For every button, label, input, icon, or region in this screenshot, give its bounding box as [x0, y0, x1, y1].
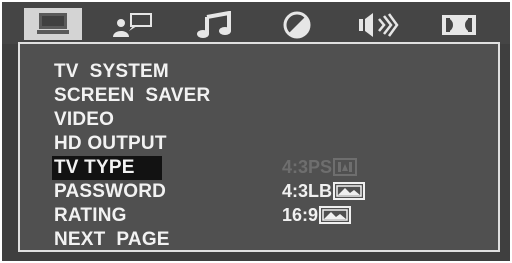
settings-menu: TV SYSTEM SCREEN SAVER VIDEO HD OUTPUT T… — [52, 60, 214, 252]
contrast-circle-icon — [283, 11, 311, 39]
menu-item-tv-type[interactable]: TV TYPE — [52, 156, 162, 180]
person-speech-icon — [113, 13, 152, 37]
dolby-icon — [442, 15, 476, 35]
letterbox-icon — [333, 182, 366, 200]
option-4-3-pan-scan[interactable]: 4:3PS — [282, 155, 365, 179]
menu-item-video[interactable]: VIDEO — [52, 108, 214, 132]
tab-general-setup[interactable] — [24, 8, 82, 40]
monitor-icon — [37, 13, 69, 34]
speaker-volume-icon — [359, 13, 399, 37]
menu-item-password[interactable]: PASSWORD — [52, 180, 214, 204]
tab-language-setup[interactable] — [104, 10, 162, 40]
tab-bar — [2, 2, 510, 44]
option-label: 16:9 — [282, 204, 319, 225]
menu-item-screen-saver[interactable]: SCREEN SAVER — [52, 84, 214, 108]
option-label: 4:3LB — [282, 180, 333, 201]
menu-item-next-page[interactable]: NEXT PAGE — [52, 228, 214, 252]
tab-dolby-setup[interactable] — [430, 10, 488, 40]
tab-video-setup[interactable] — [268, 10, 326, 40]
option-4-3-letterbox[interactable]: 4:3LB — [282, 179, 366, 203]
widescreen-icon — [319, 206, 352, 224]
tab-audio-setup[interactable] — [186, 10, 244, 40]
menu-item-rating[interactable]: RATING — [52, 204, 214, 228]
menu-item-tv-system[interactable]: TV SYSTEM — [52, 60, 214, 84]
tab-speaker-setup[interactable] — [348, 10, 406, 40]
menu-item-hd-output[interactable]: HD OUTPUT — [52, 132, 214, 156]
music-notes-icon — [197, 11, 231, 38]
pan-scan-icon — [333, 158, 358, 176]
tv-type-options: 4:3PS 4:3LB 16:9 — [282, 155, 366, 227]
option-16-9[interactable]: 16:9 — [282, 203, 365, 227]
option-label: 4:3PS — [282, 156, 333, 177]
